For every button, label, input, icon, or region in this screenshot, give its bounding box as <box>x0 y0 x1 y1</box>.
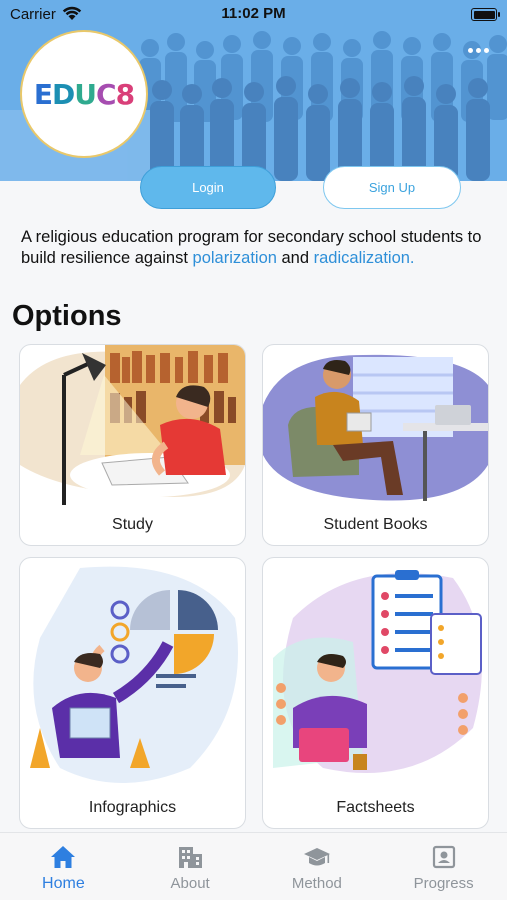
option-card-study[interactable]: Study <box>19 344 246 546</box>
battery-icon <box>471 8 500 21</box>
home-icon <box>51 846 76 868</box>
login-button[interactable]: Login <box>140 166 276 209</box>
id-card-icon <box>432 845 455 869</box>
student-books-label: Student Books <box>323 516 428 533</box>
study-label: Study <box>112 516 153 533</box>
option-card-factsheets[interactable]: Factsheets <box>262 557 489 829</box>
graduation-cap-icon <box>303 848 330 866</box>
radicalization-link[interactable]: radicalization. <box>314 249 415 267</box>
program-description: A religious education program for second… <box>21 228 482 267</box>
status-bar: Carrier 11:02 PM <box>0 0 507 30</box>
polarization-link[interactable]: polarization <box>193 249 277 267</box>
tab-method[interactable]: Method <box>254 833 381 900</box>
factsheets-label: Factsheets <box>336 799 415 816</box>
option-card-student-books[interactable]: Student Books <box>262 344 489 546</box>
signup-button[interactable]: Sign Up <box>323 166 461 209</box>
options-title: Options <box>12 300 122 332</box>
tab-home[interactable]: Home <box>0 833 127 900</box>
tab-progress[interactable]: Progress <box>380 833 507 900</box>
tab-about[interactable]: About <box>127 833 254 900</box>
study-illustration <box>20 345 245 505</box>
status-time: 11:02 PM <box>221 5 286 22</box>
more-options-button[interactable] <box>468 48 489 53</box>
bottom-tab-bar: Home About Method Progress <box>0 832 507 900</box>
building-icon <box>179 847 203 868</box>
infographics-illustration <box>30 566 239 783</box>
educ8-logo: EDUC8 <box>20 30 148 158</box>
student-books-illustration <box>263 354 488 501</box>
factsheets-illustration <box>273 570 482 773</box>
ellipsis-icon <box>468 48 473 53</box>
option-card-infographics[interactable]: Infographics <box>19 557 246 829</box>
infographics-label: Infographics <box>88 799 177 816</box>
